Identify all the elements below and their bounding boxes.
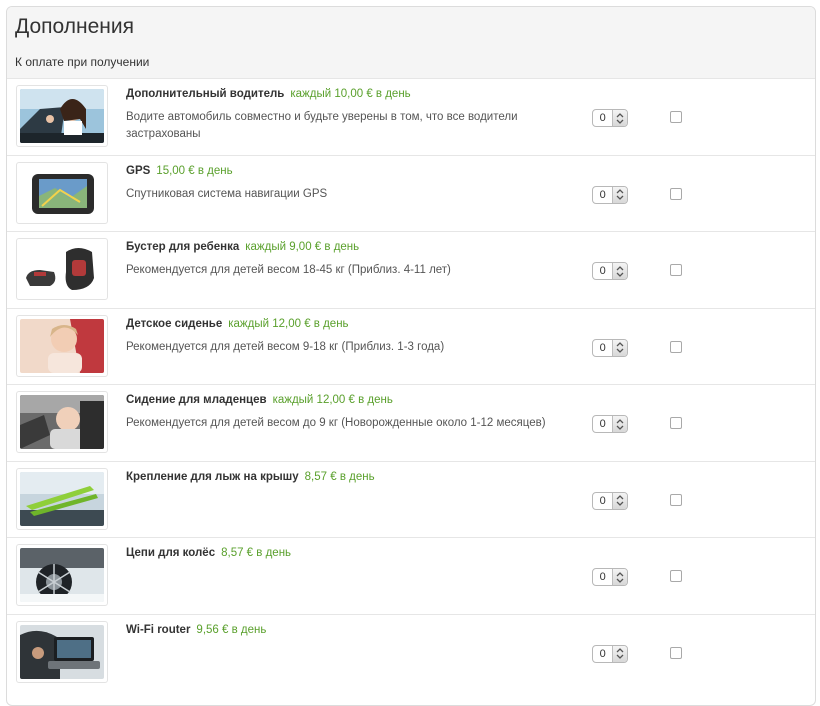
stepper-arrows-icon[interactable]: [612, 569, 627, 585]
wifi-router-photo: [20, 624, 104, 679]
wifi-router-image: [16, 620, 108, 683]
quantity-value: 0: [599, 418, 606, 430]
extra-checkbox[interactable]: [670, 570, 682, 582]
extra-checkbox[interactable]: [670, 493, 682, 506]
extra-row: GPS 15,00 € в день Спутниковая система на…: [7, 154, 815, 231]
extra-row: Сидение для младенцев каждый 12,00 € в де…: [7, 384, 815, 461]
extra-price: 9,56 € в день: [196, 623, 267, 636]
extra-name: Крепление для лыж на крышу: [126, 470, 299, 483]
extra-title: Детское сиденье каждый 12,00 € в день: [126, 318, 349, 330]
extra-price: каждый 9,00 € в день: [245, 241, 360, 253]
extra-name: Сидение для младенцев: [126, 394, 267, 406]
extra-description: Рекомендуется для детей весом до 9 кг (Н…: [126, 417, 546, 429]
extra-name: GPS: [126, 164, 151, 177]
extra-price: 8,57 € в день: [304, 470, 375, 483]
quantity-value: 0: [599, 112, 606, 124]
extra-row: Детское сиденье каждый 12,00 € в день Рек…: [7, 307, 815, 384]
infant-seat-image: [16, 391, 108, 453]
extra-checkbox[interactable]: [670, 264, 682, 276]
extra-price: каждый 10,00 € в день: [290, 88, 411, 100]
stepper-arrows-icon[interactable]: [612, 492, 627, 509]
quantity-stepper[interactable]: 0: [592, 338, 628, 357]
extra-title: GPS 15,00 € в день: [126, 165, 233, 177]
stepper-arrows-icon[interactable]: [612, 263, 627, 279]
stepper-arrows-icon[interactable]: [612, 416, 627, 432]
extra-row: Крепление для лыж на крышу 8,57 € в день …: [7, 460, 815, 537]
quantity-stepper[interactable]: 0: [592, 185, 628, 204]
extra-name: Дополнительный водитель: [126, 88, 285, 100]
extra-name: Wi-Fi router: [126, 623, 191, 636]
quantity-stepper[interactable]: 0: [592, 109, 628, 127]
extra-description: Рекомендуется для детей весом 9-18 кг (П…: [126, 340, 445, 353]
extra-price: 8,57 € в день: [221, 547, 292, 559]
quantity-value: 0: [599, 188, 606, 201]
extra-description: Спутниковая система навигации GPS: [126, 187, 328, 200]
quantity-value: 0: [599, 494, 606, 507]
quantity-stepper[interactable]: 0: [592, 262, 628, 280]
extra-row: Бустер для ребенка каждый 9,00 € в день Р…: [7, 231, 815, 308]
panel-title: Дополнения: [15, 15, 134, 38]
additional-driver-photo: [20, 89, 104, 143]
extra-title: Цепи для колёс 8,57 € в день: [126, 547, 291, 559]
extra-name: Бустер для ребенка: [126, 241, 240, 253]
extra-checkbox[interactable]: [670, 340, 682, 353]
extras-list: Дополнительный водитель каждый 10,00 € в …: [7, 78, 815, 690]
quantity-value: 0: [599, 265, 606, 277]
quantity-value: 0: [599, 647, 606, 660]
infant-seat-photo: [20, 395, 104, 449]
quantity-stepper[interactable]: 0: [592, 415, 628, 433]
extra-title: Wi-Fi router 9,56 € в день: [126, 624, 266, 636]
extra-row: Цепи для колёс 8,57 € в день 0: [7, 537, 815, 614]
extra-name: Цепи для колёс: [126, 547, 216, 559]
booster-image: [16, 238, 108, 300]
extra-title: Дополнительный водитель каждый 10,00 € в …: [126, 88, 411, 100]
gps-navigator-photo: [20, 165, 104, 220]
extra-checkbox[interactable]: [670, 111, 682, 123]
extra-title: Крепление для лыж на крышу 8,57 € в день: [126, 471, 375, 483]
stepper-arrows-icon[interactable]: [612, 186, 627, 203]
extra-checkbox[interactable]: [670, 417, 682, 429]
quantity-value: 0: [599, 571, 606, 583]
snow-chains-image: [16, 544, 108, 606]
additional-driver-image: [16, 85, 108, 147]
extra-title: Сидение для младенцев каждый 12,00 € в де…: [126, 394, 393, 406]
payment-label: К оплате при получении: [15, 55, 150, 69]
extra-description: Рекомендуется для детей весом 18-45 кг (…: [126, 264, 451, 276]
stepper-arrows-icon[interactable]: [612, 645, 627, 662]
extras-panel: Дополнения К оплате при получении Дополн…: [6, 6, 816, 706]
stepper-arrows-icon[interactable]: [612, 110, 627, 126]
quantity-value: 0: [599, 341, 606, 354]
ski-rack-photo: [20, 471, 104, 526]
ski-rack-image: [16, 467, 108, 530]
extra-title: Бустер для ребенка каждый 9,00 € в день: [126, 241, 359, 253]
extra-price: 15,00 € в день: [156, 164, 233, 177]
snow-chains-photo: [20, 548, 104, 602]
extra-checkbox[interactable]: [670, 187, 682, 200]
quantity-stepper[interactable]: 0: [592, 568, 628, 586]
quantity-stepper[interactable]: 0: [592, 644, 628, 663]
booster-seat-photo: [20, 242, 104, 296]
extra-price: каждый 12,00 € в день: [228, 317, 349, 330]
stepper-arrows-icon[interactable]: [612, 339, 627, 356]
extra-name: Детское сиденье: [126, 317, 223, 330]
extra-row: Wi-Fi router 9,56 € в день 0: [7, 613, 815, 690]
gps-image: [16, 161, 108, 224]
child-seat-photo: [20, 318, 104, 373]
extra-description: Водите автомобиль совместно и будьте уве…: [126, 111, 518, 140]
quantity-stepper[interactable]: 0: [592, 491, 628, 510]
child-seat-image: [16, 314, 108, 377]
extra-price: каждый 12,00 € в день: [272, 394, 393, 406]
extra-row: Дополнительный водитель каждый 10,00 € в …: [7, 78, 815, 155]
extra-checkbox[interactable]: [670, 646, 682, 659]
panel-header: Дополнения К оплате при получении: [7, 7, 815, 78]
